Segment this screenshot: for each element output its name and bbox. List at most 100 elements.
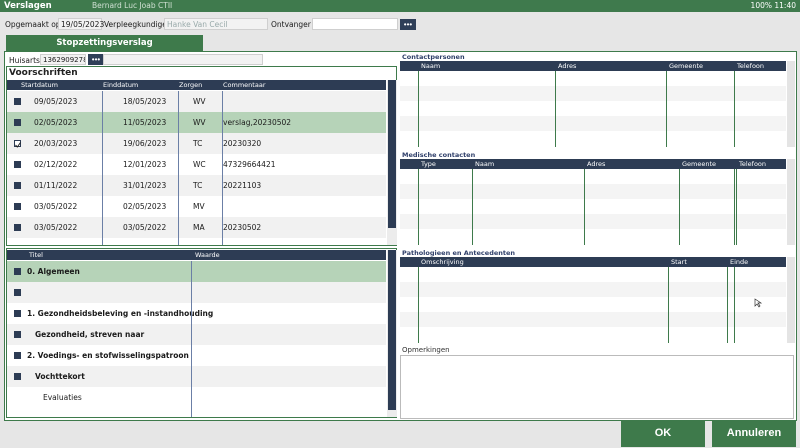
voorschrift-row[interactable]: 02/05/2023 11/05/2023 WV verslag,20230502	[7, 112, 386, 133]
grid-row[interactable]	[400, 267, 786, 282]
grid-divider	[734, 71, 735, 147]
voorschrift-row[interactable]: 03/05/2022 02/05/2023 MV	[7, 196, 386, 217]
grid-col-header[interactable]: Naam	[421, 62, 440, 70]
scroll-thumb[interactable]	[388, 80, 396, 228]
checkbox-checked-icon[interactable]	[14, 140, 21, 148]
grid-col-header[interactable]: Telefoon	[737, 62, 764, 70]
voorschrift-row[interactable]: 09/05/2023 18/05/2023 WV	[7, 91, 386, 112]
titel-row[interactable]: 1. Gezondheidsbeleving en -instandhoudin…	[7, 303, 386, 324]
checkbox-icon[interactable]	[14, 331, 21, 338]
grid-col-header[interactable]: Adres	[558, 62, 576, 70]
grid-col-header[interactable]: Naam	[475, 160, 494, 168]
col-startdatum[interactable]: Startdatum	[21, 81, 58, 89]
col-waarde[interactable]: Waarde	[195, 251, 220, 259]
grid-row[interactable]	[400, 214, 786, 229]
cell-zorg: TC	[193, 139, 203, 148]
grid-row[interactable]	[400, 71, 786, 86]
tab-stopzettingsverslag[interactable]: Stopzettingsverslag	[6, 35, 203, 51]
checkbox-icon[interactable]	[14, 224, 21, 231]
grid-row[interactable]	[400, 199, 786, 214]
contactpersonen-title: Contactpersonen	[402, 53, 465, 61]
grid-scrollbar[interactable]	[787, 159, 795, 245]
opgemaakt-field[interactable]: 19/05/2023	[58, 18, 104, 30]
grid-divider	[734, 267, 735, 343]
titel-row[interactable]: 2. Voedings- en stofwisselingspatroon	[7, 345, 386, 366]
column-divider	[102, 91, 103, 245]
checkbox-icon[interactable]	[14, 268, 21, 275]
huisarts-field[interactable]: 13629092780	[40, 54, 86, 65]
grid-row[interactable]	[400, 131, 786, 146]
huisarts-ellipsis-icon[interactable]: •••	[88, 54, 104, 65]
ontvanger-ellipsis-icon[interactable]: •••	[400, 19, 416, 30]
checkbox-icon[interactable]	[14, 352, 21, 359]
titel-label: Evaluaties	[43, 393, 82, 402]
ontvanger-field[interactable]	[312, 18, 398, 30]
grid-row[interactable]	[400, 169, 786, 184]
patho-grid[interactable]: Omschrijving Start Einde	[400, 257, 795, 343]
grid-row[interactable]	[400, 229, 786, 244]
grid-scrollbar[interactable]	[787, 61, 795, 147]
voorschrift-row[interactable]: 03/05/2022 03/05/2022 MA 20230502	[7, 217, 386, 238]
grid-col-header[interactable]: Einde	[730, 258, 748, 266]
grid-scrollbar[interactable]	[787, 257, 795, 343]
titels-scrollbar[interactable]	[387, 250, 397, 417]
cell-start: 02/05/2023	[34, 118, 78, 127]
voorschrift-row[interactable]: 01/11/2022 31/01/2023 TC 20221103	[7, 175, 386, 196]
cell-end: 18/05/2023	[123, 97, 167, 106]
grid-row[interactable]	[400, 101, 786, 116]
column-divider	[222, 91, 223, 245]
voorschriften-header: Startdatum Einddatum Zorgen Commentaar	[7, 80, 386, 90]
titels-list: 0. Algemeen 1. Gezondheidsbeleving en -in…	[7, 261, 386, 417]
grid-row[interactable]	[400, 116, 786, 131]
grid-col-header[interactable]: Start	[671, 258, 687, 266]
titel-row[interactable]: Evaluaties	[7, 387, 386, 408]
checkbox-icon[interactable]	[14, 98, 21, 105]
checkbox-icon[interactable]	[14, 161, 21, 168]
col-titel[interactable]: Titel	[29, 251, 43, 259]
titel-row[interactable]	[7, 282, 386, 303]
grid-col-header[interactable]: Adres	[587, 160, 605, 168]
window-title: Bernard Luc Joab CTII	[92, 1, 173, 10]
medische-grid[interactable]: Type Naam Adres Gemeente Telefoon	[400, 159, 795, 245]
cell-start: 03/05/2022	[34, 223, 78, 232]
checkbox-icon[interactable]	[14, 310, 21, 317]
ok-button[interactable]: OK	[621, 420, 705, 447]
grid-row[interactable]	[400, 312, 786, 327]
voorschriften-scrollbar[interactable]	[387, 80, 397, 245]
titel-row[interactable]: Vochttekort	[7, 366, 386, 387]
verpleeg-field[interactable]: Hanke Van Cecil	[164, 18, 268, 30]
grid-row[interactable]	[400, 184, 786, 199]
grid-row[interactable]	[400, 282, 786, 297]
contactpersonen-grid[interactable]: Naam Adres Gemeente Telefoon	[400, 61, 795, 147]
voorschrift-row[interactable]: 20/03/2023 19/06/2023 TC 20230320	[7, 133, 386, 154]
grid-row[interactable]	[400, 297, 786, 312]
col-zorgen[interactable]: Zorgen	[179, 81, 202, 89]
checkbox-icon[interactable]	[14, 119, 21, 126]
grid-col-header[interactable]: Omschrijving	[421, 258, 464, 266]
cell-comment: 20221103	[223, 181, 262, 190]
grid-col-header[interactable]: Gemeente	[682, 160, 716, 168]
opgemaakt-label: Opgemaakt op	[5, 20, 61, 29]
checkbox-icon[interactable]	[14, 203, 21, 210]
grid-row[interactable]	[400, 327, 786, 342]
app-title: Verslagen	[4, 1, 52, 11]
titel-row[interactable]: Gezondheid, streven naar	[7, 324, 386, 345]
grid-row[interactable]	[400, 86, 786, 101]
checkbox-icon[interactable]	[14, 373, 21, 380]
voorschriften-list: 09/05/2023 18/05/2023 WV 02/05/2023 11/05/20…	[7, 91, 386, 245]
titel-row[interactable]: 0. Algemeen	[7, 261, 386, 282]
voorschrift-row[interactable]: 02/12/2022 12/01/2023 WC 47329664421	[7, 154, 386, 175]
scroll-thumb[interactable]	[388, 250, 396, 410]
col-einddatum[interactable]: Einddatum	[103, 81, 138, 89]
cancel-button[interactable]: Annuleren	[712, 420, 796, 447]
checkbox-icon[interactable]	[14, 289, 21, 296]
grid-divider	[736, 169, 737, 245]
checkbox-icon[interactable]	[14, 182, 21, 189]
cell-start: 02/12/2022	[34, 160, 78, 169]
col-commentaar[interactable]: Commentaar	[223, 81, 266, 89]
grid-col-header[interactable]: Gemeente	[669, 62, 703, 70]
grid-col-header[interactable]: Type	[421, 160, 436, 168]
grid-divider	[584, 169, 585, 245]
opmerkingen-textarea[interactable]	[400, 355, 794, 419]
grid-col-header[interactable]: Telefoon	[739, 160, 766, 168]
